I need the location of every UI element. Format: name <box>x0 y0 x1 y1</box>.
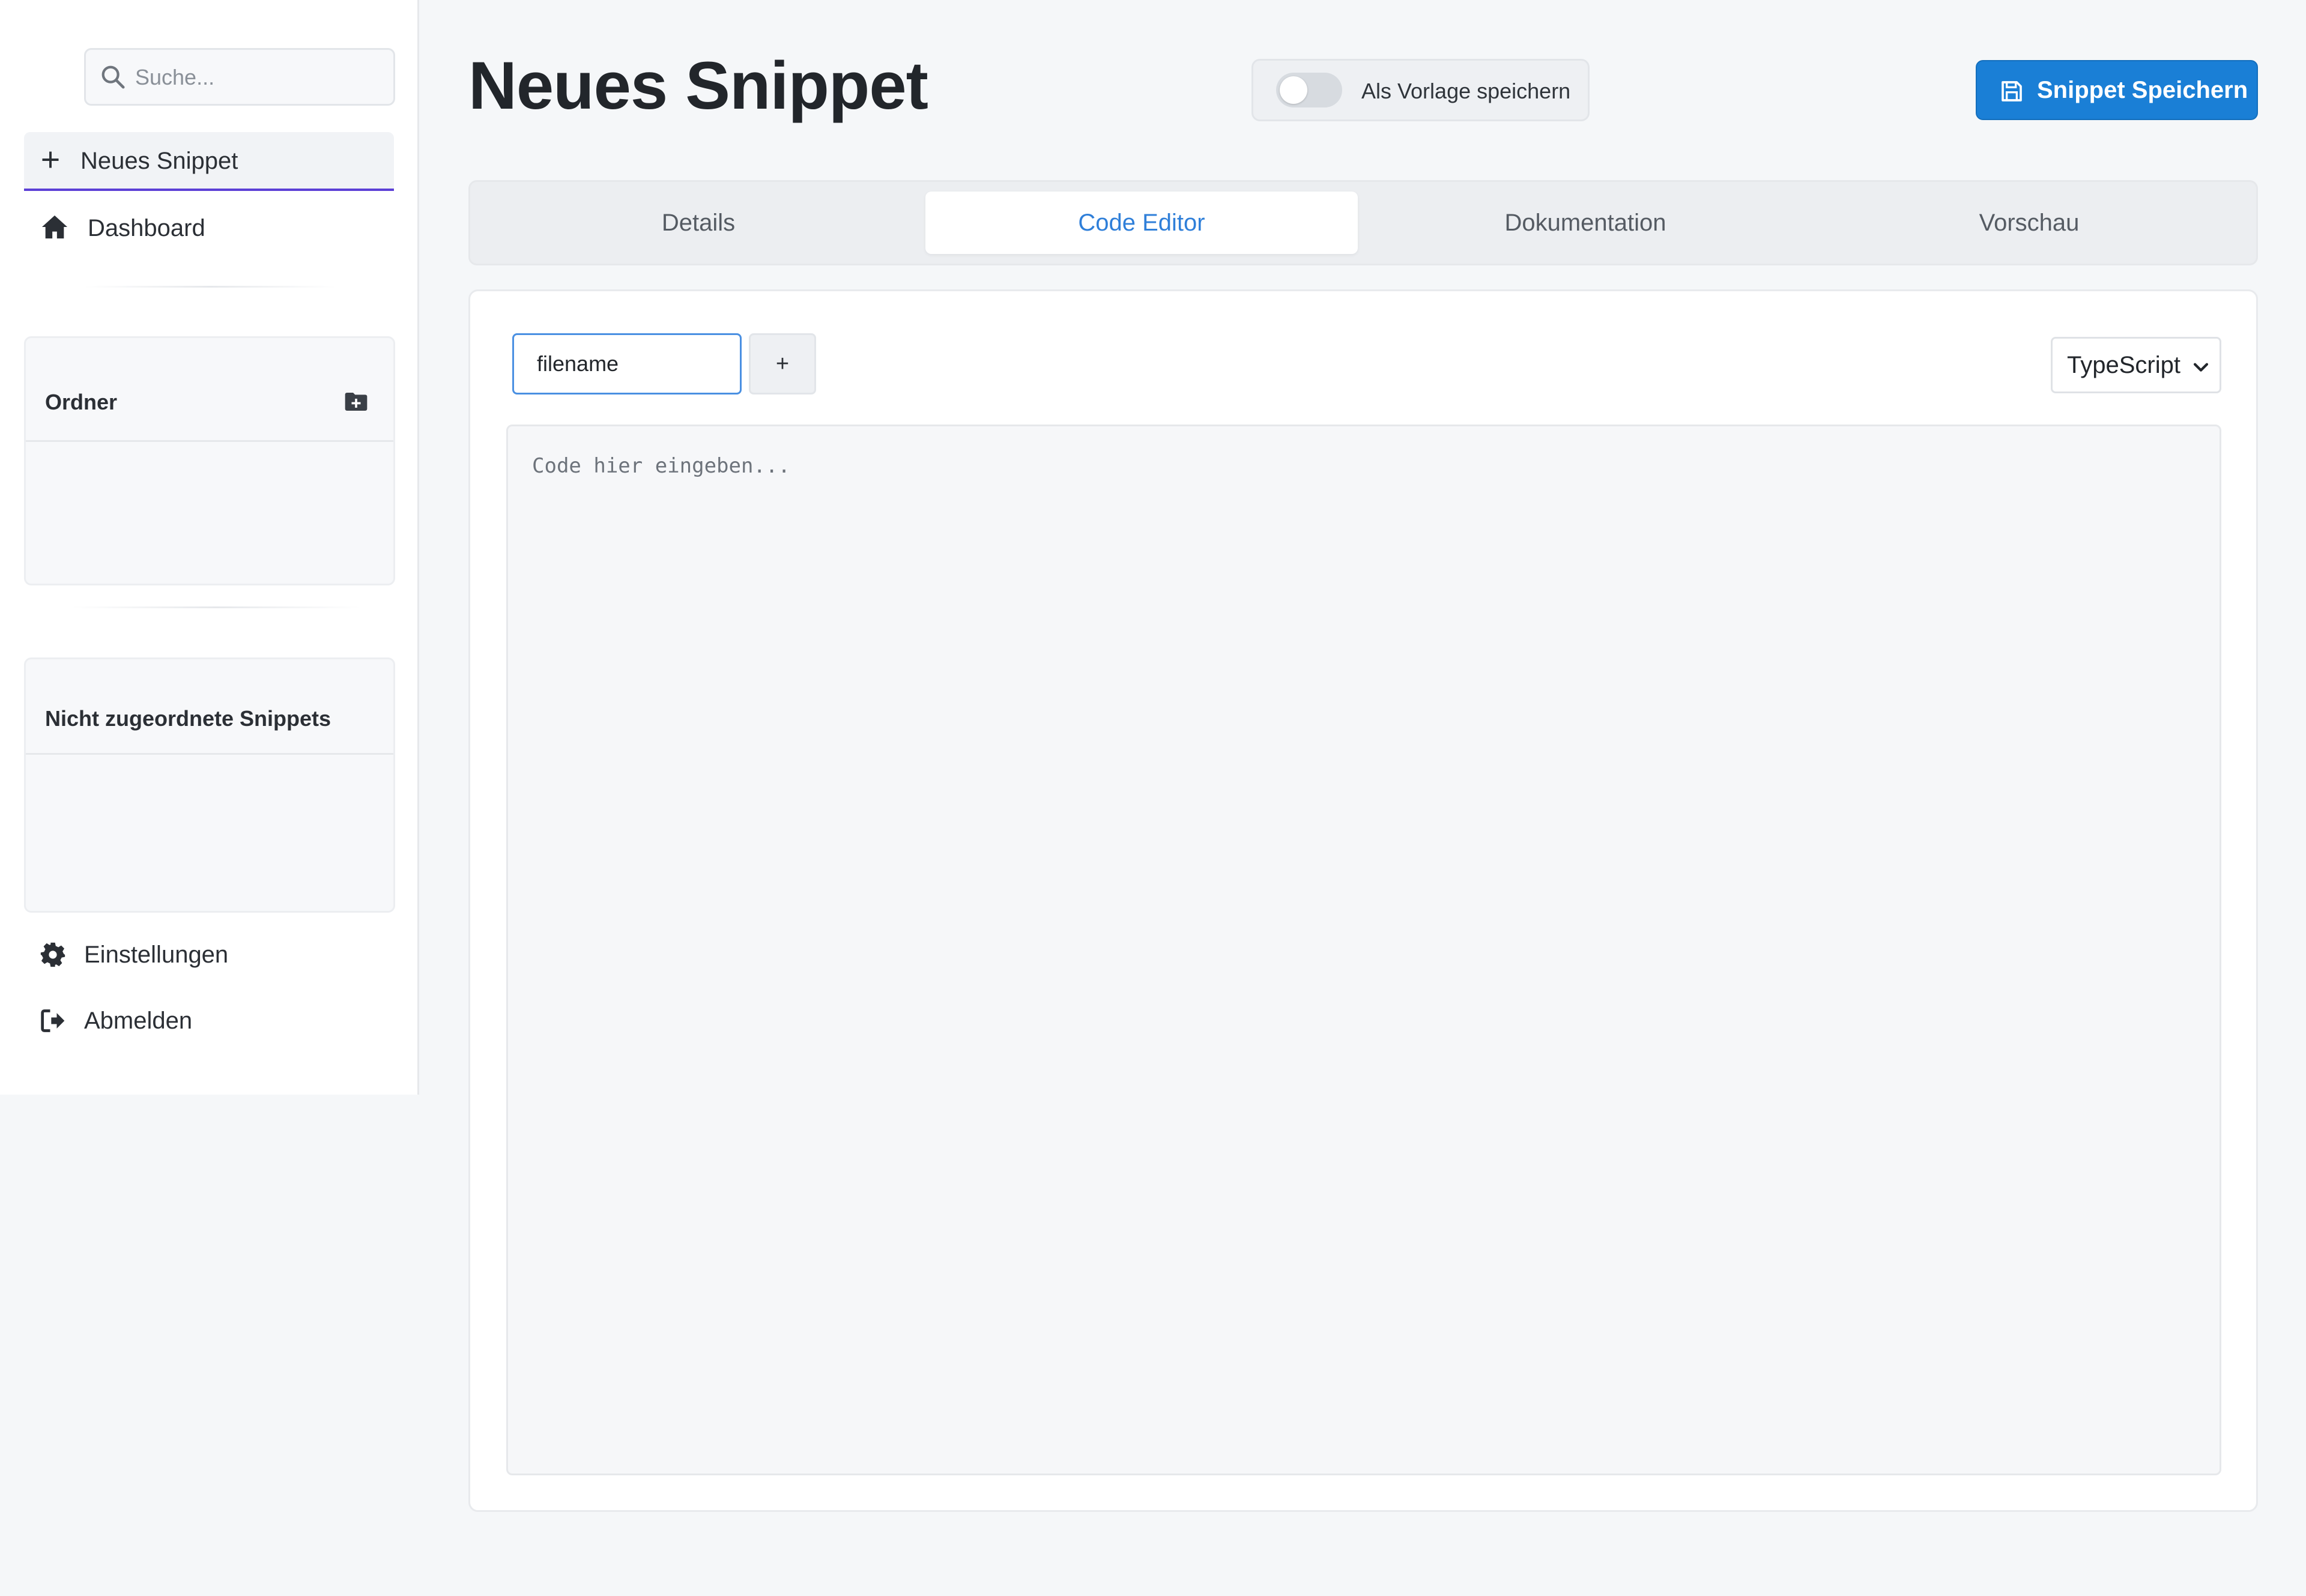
unassigned-header: Nicht zugeordnete Snippets <box>26 659 393 755</box>
language-select[interactable]: TypeScript <box>2051 337 2221 393</box>
page-title: Neues Snippet <box>468 48 928 123</box>
plus-icon <box>42 151 59 168</box>
search-icon <box>101 65 125 89</box>
sidebar: Neues Snippet Dashboard Ordner Nicht zug… <box>0 0 419 1095</box>
sidebar-item-label: Einstellungen <box>84 942 229 968</box>
sidebar-item-settings[interactable]: Einstellungen <box>24 928 394 982</box>
add-file-button[interactable]: + <box>749 333 816 394</box>
sidebar-item-logout[interactable]: Abmelden <box>24 994 394 1048</box>
divider <box>72 606 360 608</box>
toggle-switch[interactable] <box>1276 73 1342 107</box>
code-editor-card: + TypeScript Code hier eingeben... <box>468 289 2258 1512</box>
sidebar-item-new-snippet[interactable]: Neues Snippet <box>24 132 394 191</box>
search-box[interactable] <box>84 48 395 106</box>
template-toggle[interactable]: Als Vorlage speichern <box>1251 59 1590 121</box>
divider <box>84 286 336 288</box>
folders-header: Ordner <box>26 338 393 442</box>
tab-details[interactable]: Details <box>482 192 915 254</box>
home-icon <box>41 215 68 239</box>
tab-bar: Details Code Editor Dokumentation Vorsch… <box>468 180 2258 265</box>
code-textarea[interactable]: Code hier eingeben... <box>506 425 2221 1475</box>
gear-icon <box>40 942 65 967</box>
save-snippet-button[interactable]: Snippet Speichern <box>1976 60 2258 120</box>
unassigned-panel: Nicht zugeordnete Snippets <box>24 657 395 913</box>
search-input[interactable] <box>134 50 383 105</box>
sidebar-item-label: Abmelden <box>84 1008 193 1034</box>
folders-title: Ordner <box>45 390 118 414</box>
unassigned-title: Nicht zugeordnete Snippets <box>45 706 331 731</box>
sidebar-item-dashboard[interactable]: Dashboard <box>24 203 394 256</box>
language-select-value: TypeScript <box>2067 352 2180 378</box>
chevron-down-icon <box>2193 363 2209 372</box>
filename-input[interactable] <box>512 333 742 394</box>
add-folder-icon[interactable] <box>344 391 368 413</box>
save-icon <box>2002 81 2022 101</box>
save-snippet-label: Snippet Speichern <box>2037 77 2248 103</box>
code-placeholder: Code hier eingeben... <box>532 454 790 478</box>
tab-code-editor[interactable]: Code Editor <box>925 192 1358 254</box>
sign-out-icon <box>41 1009 65 1032</box>
template-toggle-label: Als Vorlage speichern <box>1361 79 1571 103</box>
tab-preview[interactable]: Vorschau <box>1813 192 2245 254</box>
toggle-knob <box>1280 76 1307 104</box>
sidebar-item-label: Dashboard <box>88 215 205 241</box>
folders-panel: Ordner <box>24 336 395 585</box>
sidebar-item-label: Neues Snippet <box>80 148 238 174</box>
tab-documentation[interactable]: Dokumentation <box>1369 192 1802 254</box>
